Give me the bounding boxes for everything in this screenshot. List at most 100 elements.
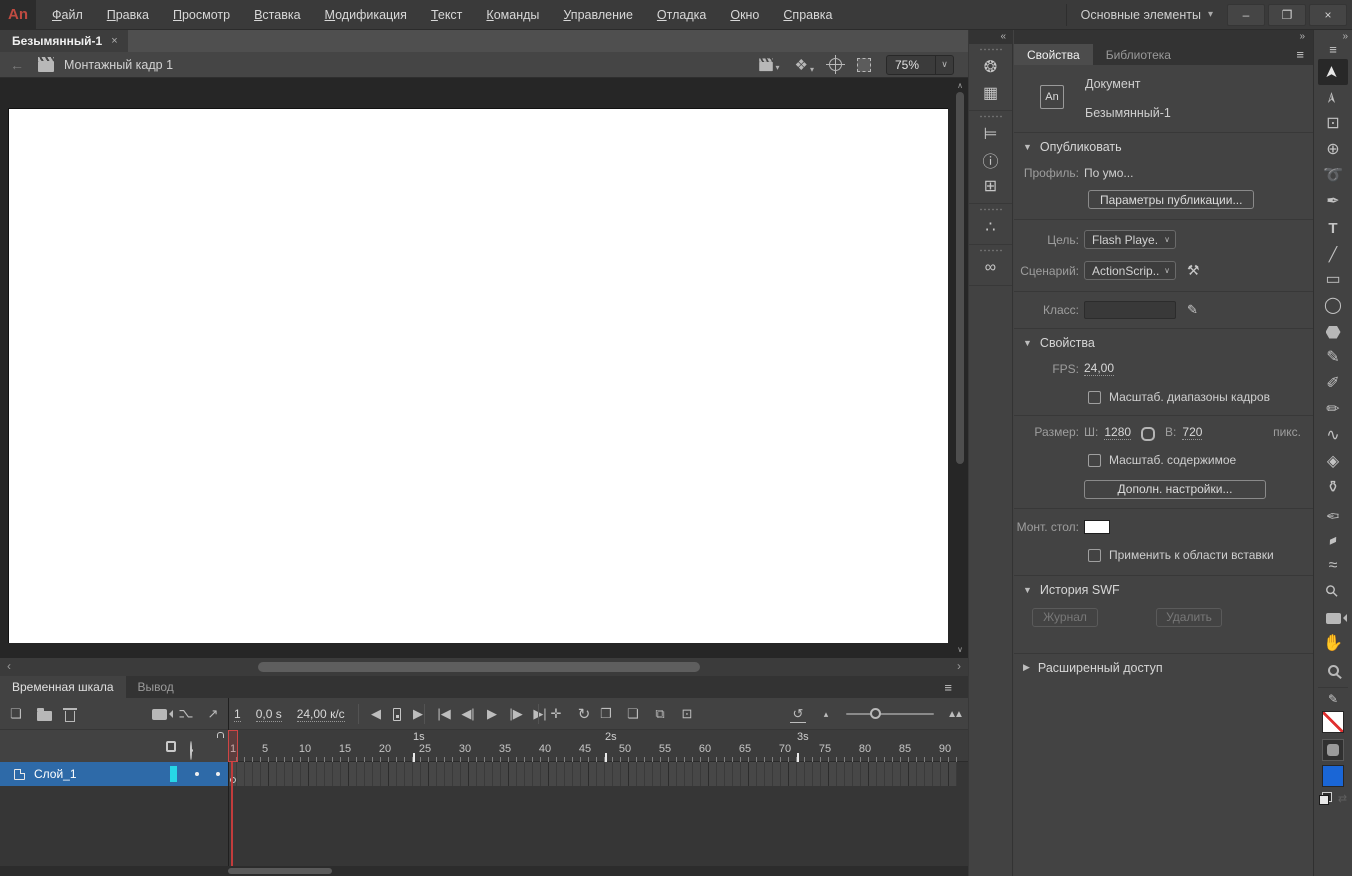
link-broken-icon[interactable] bbox=[1140, 426, 1156, 438]
outline-column-icon[interactable] bbox=[166, 741, 176, 752]
menu-item[interactable]: Правка bbox=[95, 0, 161, 30]
layer-item[interactable]: Слой_1 bbox=[0, 762, 228, 786]
menu-item[interactable]: Окно bbox=[718, 0, 771, 30]
hand-tool[interactable]: ✋ bbox=[1318, 631, 1348, 657]
reset-timeline-zoom-button[interactable]: ↺ bbox=[790, 706, 806, 723]
rectangle-tool[interactable]: ▭ bbox=[1318, 267, 1348, 293]
prev-frame-button[interactable]: ◀| bbox=[460, 706, 476, 722]
height-value[interactable]: 720 bbox=[1182, 425, 1202, 440]
layer-outline-color-swatch[interactable] bbox=[170, 766, 177, 782]
restore-button[interactable]: ❐ bbox=[1268, 4, 1306, 26]
timeline-zoom-out-icon[interactable]: ▴ bbox=[818, 709, 834, 720]
subselection-tool[interactable]: ➢ bbox=[1318, 85, 1348, 111]
scroll-right-icon[interactable]: › bbox=[952, 658, 966, 676]
stage-color-swatch[interactable] bbox=[1084, 520, 1110, 534]
color-icon[interactable]: ❂ bbox=[969, 54, 1012, 80]
app-logo[interactable]: An bbox=[0, 0, 36, 30]
timeline-scrollbar[interactable] bbox=[0, 866, 968, 876]
edit-pencil-icon[interactable]: ✎ bbox=[1187, 302, 1198, 318]
swf-log-button[interactable]: Журнал bbox=[1032, 608, 1098, 627]
menu-item[interactable]: Отладка bbox=[645, 0, 718, 30]
camera-tool[interactable] bbox=[1318, 605, 1348, 631]
menu-item[interactable]: Справка bbox=[771, 0, 844, 30]
menu-item[interactable]: Файл bbox=[40, 0, 95, 30]
edit-scene-button[interactable]: ▾ bbox=[758, 58, 780, 72]
close-button[interactable]: × bbox=[1309, 4, 1347, 26]
section-accessibility[interactable]: ▶ Расширенный доступ bbox=[1014, 654, 1313, 681]
oval-tool[interactable]: ◯ bbox=[1318, 293, 1348, 319]
timeline-zoom-in-icon[interactable]: ▲▲ bbox=[946, 709, 962, 720]
modify-markers-button[interactable]: ⊡ bbox=[679, 706, 695, 722]
paint-brush-tool[interactable]: ✐ bbox=[1318, 371, 1348, 397]
fill-indicator-icon[interactable] bbox=[1322, 739, 1344, 761]
graph-editor-button[interactable]: ↗ bbox=[205, 706, 221, 722]
current-frame-value[interactable]: 1 bbox=[234, 707, 241, 722]
layer-visibility-dot[interactable] bbox=[195, 772, 199, 776]
workspace-switcher[interactable]: Основные элементы ▾ bbox=[1066, 4, 1227, 26]
info-icon[interactable]: ⓘ bbox=[969, 147, 1012, 173]
close-icon[interactable]: × bbox=[111, 35, 117, 47]
onion-skin-outlines-button[interactable]: ❏ bbox=[625, 706, 641, 722]
rotation-tool[interactable]: ⊕ bbox=[1318, 137, 1348, 163]
section-properties[interactable]: ▼ Свойства bbox=[1014, 329, 1313, 356]
timeline-scrollbar-thumb[interactable] bbox=[228, 868, 332, 874]
align-icon[interactable]: ⊨ bbox=[969, 121, 1012, 147]
camera-button[interactable] bbox=[152, 709, 167, 720]
play-button[interactable]: ▶ bbox=[484, 706, 500, 722]
class-input[interactable] bbox=[1084, 301, 1176, 319]
scale-frames-checkbox[interactable] bbox=[1088, 391, 1101, 404]
scroll-down-icon[interactable]: ∨ bbox=[954, 644, 966, 656]
apply-paste-checkbox[interactable] bbox=[1088, 549, 1101, 562]
menu-item[interactable]: Управление bbox=[551, 0, 645, 30]
selection-tool[interactable]: ➤ bbox=[1318, 59, 1348, 85]
panel-menu-icon[interactable]: ≡ bbox=[944, 680, 952, 695]
layer-lock-dot[interactable] bbox=[216, 772, 220, 776]
bone-tool[interactable]: ∿ bbox=[1318, 423, 1348, 449]
free-transform-tool[interactable]: ⊡ bbox=[1318, 111, 1348, 137]
slider-knob[interactable] bbox=[870, 708, 881, 719]
cc-libraries-icon[interactable]: ∞ bbox=[969, 255, 1012, 281]
eye-icon[interactable] bbox=[190, 741, 192, 760]
new-folder-button[interactable] bbox=[37, 711, 52, 721]
frame-ruler[interactable]: 1s2s3s 151015202530354045505560657075808… bbox=[229, 730, 957, 762]
fps-value[interactable]: 24,00 bbox=[1084, 361, 1114, 376]
zoom-tool[interactable] bbox=[1318, 657, 1348, 683]
horizontal-scrollbar[interactable]: ‹ › bbox=[0, 658, 968, 676]
menu-item[interactable]: Вставка bbox=[242, 0, 312, 30]
collapse-panels-icon[interactable]: « bbox=[969, 30, 1012, 44]
vertical-scrollbar[interactable]: ∧ ∨ bbox=[954, 80, 966, 656]
edit-symbol-button[interactable]: ❖▾ bbox=[795, 56, 814, 74]
menu-item[interactable]: Модификация bbox=[313, 0, 419, 30]
eraser-tool[interactable]: ▰ bbox=[1318, 527, 1348, 553]
center-playhead-button[interactable]: ✛ bbox=[548, 706, 564, 722]
script-select[interactable]: ActionScrip... ∨ bbox=[1084, 261, 1176, 280]
stage[interactable] bbox=[8, 108, 948, 643]
section-publish[interactable]: ▼ Опубликовать bbox=[1014, 133, 1313, 160]
timeline-zoom-slider[interactable] bbox=[846, 713, 934, 715]
timeline-tab[interactable]: Временная шкала bbox=[0, 676, 126, 698]
clip-content-button[interactable] bbox=[857, 58, 871, 72]
transform-icon[interactable]: ⊞ bbox=[969, 173, 1012, 199]
onion-skin-button[interactable]: ❐ bbox=[598, 706, 614, 722]
swf-clear-button[interactable]: Удалить bbox=[1156, 608, 1222, 627]
loop-button[interactable]: ↻ bbox=[576, 705, 592, 723]
document-tab[interactable]: Безымянный-1 × bbox=[0, 30, 128, 52]
horizontal-scrollbar-thumb[interactable] bbox=[258, 662, 700, 672]
width-tool[interactable]: ≈ bbox=[1318, 553, 1348, 579]
layer-name[interactable]: Слой_1 bbox=[34, 767, 77, 781]
layer-parenting-button[interactable]: ⌥ bbox=[178, 706, 194, 722]
paint-bucket-tool[interactable]: ◈ bbox=[1318, 449, 1348, 475]
eyedropper-tool[interactable]: ✑ bbox=[1318, 501, 1348, 527]
pencil-tool[interactable]: ✎ bbox=[1318, 345, 1348, 371]
brush-library-icon[interactable]: ∴ bbox=[969, 214, 1012, 240]
publish-settings-button[interactable]: Параметры публикации... bbox=[1088, 190, 1254, 209]
timeline-ruler[interactable]: 1s2s3s 151015202530354045505560657075808… bbox=[0, 730, 968, 762]
classic-brush-tool[interactable]: ✏ bbox=[1318, 397, 1348, 423]
pen-tool[interactable]: ✒ bbox=[1318, 189, 1348, 215]
section-swf-history[interactable]: ▼ История SWF bbox=[1014, 576, 1313, 603]
swatches-icon[interactable]: ▦ bbox=[969, 80, 1012, 106]
step-back-button[interactable]: ◀ bbox=[368, 706, 384, 722]
advanced-settings-button[interactable]: Дополн. настройки... bbox=[1084, 480, 1266, 499]
asset-warp-tool[interactable]: ⚲ bbox=[1318, 579, 1348, 605]
panel-menu-icon[interactable]: ≡ bbox=[1296, 47, 1304, 62]
